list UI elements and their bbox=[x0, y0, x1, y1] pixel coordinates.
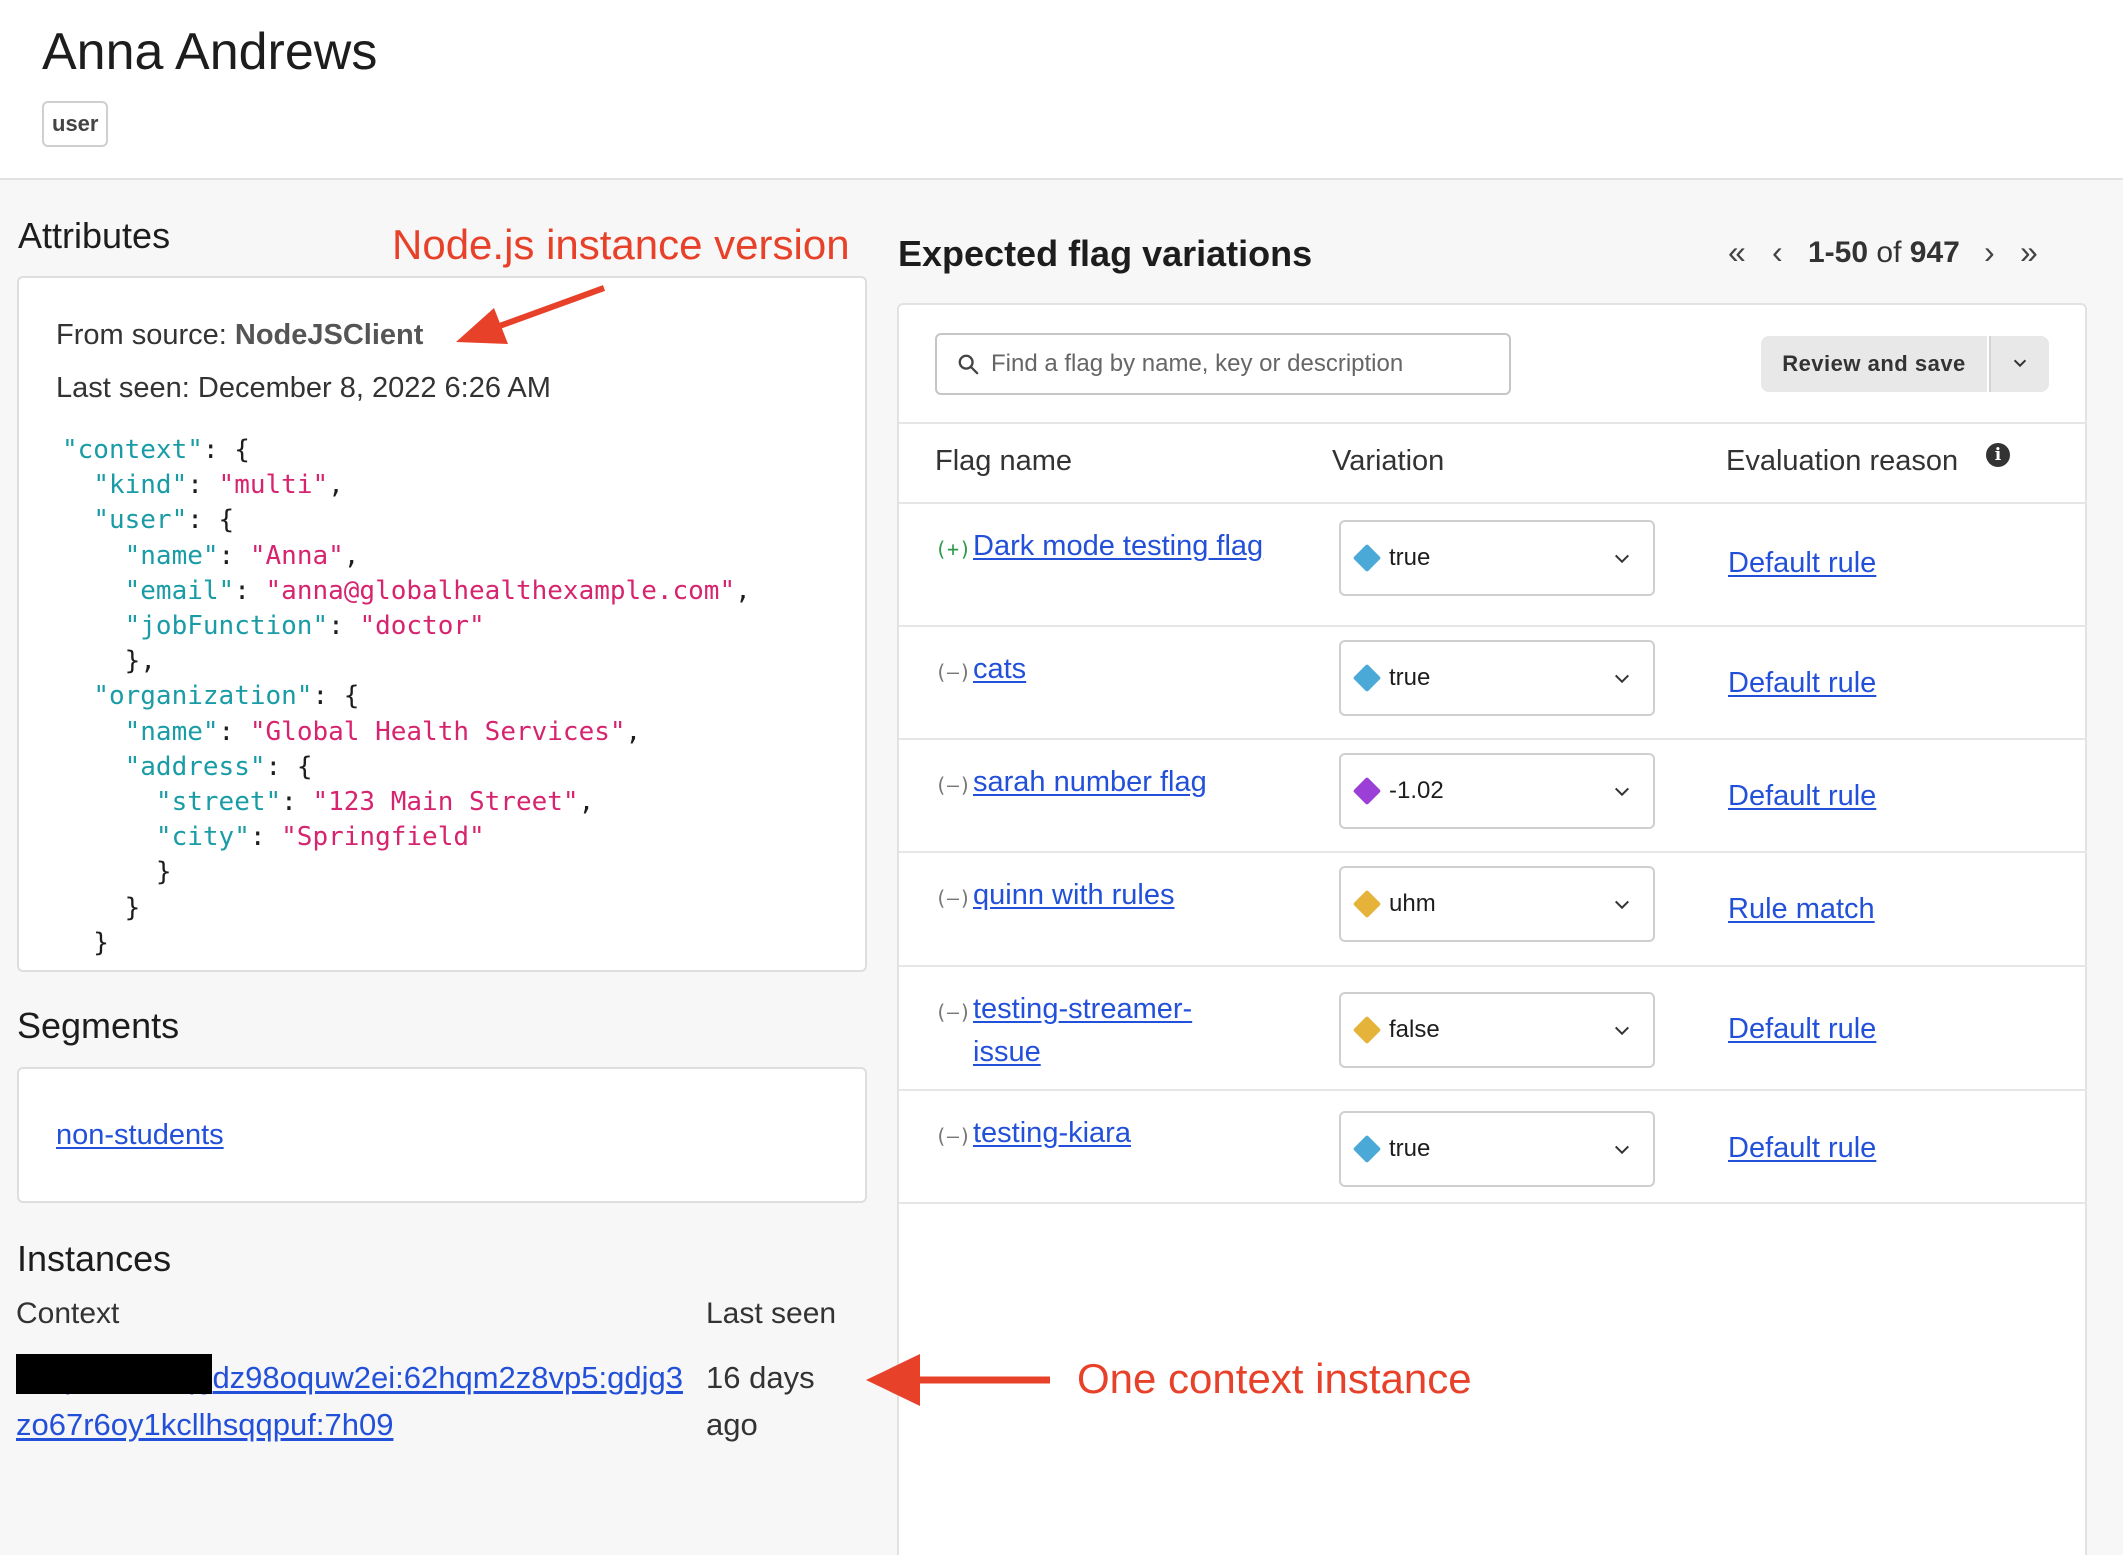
first-page-button[interactable]: « bbox=[1728, 234, 1746, 271]
flag-name-link[interactable]: Dark mode testing flag bbox=[973, 525, 1273, 568]
chevron-down-icon bbox=[1614, 674, 1630, 684]
chevron-down-icon bbox=[1614, 1145, 1630, 1155]
last-page-button[interactable]: » bbox=[2020, 234, 2038, 271]
info-icon[interactable]: i bbox=[1986, 443, 2010, 467]
annotation-context-instance: One context instance bbox=[1077, 1355, 1472, 1402]
variation-diamond-icon bbox=[1352, 1134, 1382, 1164]
evaluation-reason-link[interactable]: Default rule bbox=[1728, 547, 1876, 580]
prev-page-button[interactable]: ‹ bbox=[1772, 234, 1783, 271]
flag-name-link[interactable]: quinn with rules bbox=[973, 874, 1333, 917]
chevron-down-icon bbox=[1614, 900, 1630, 910]
variation-column-header: Variation bbox=[1332, 445, 1445, 477]
variation-select[interactable]: false bbox=[1339, 992, 1655, 1068]
variation-diamond-icon bbox=[1352, 889, 1382, 919]
divider bbox=[899, 965, 2087, 967]
last-seen-line: Last seen: December 8, 2022 6:26 AM bbox=[56, 372, 551, 404]
flag-name-link[interactable]: testing-streamer-issue bbox=[973, 988, 1233, 1074]
variation-diamond-icon bbox=[1352, 1015, 1382, 1045]
variation-value: -1.02 bbox=[1389, 777, 1444, 804]
flag-search-box[interactable] bbox=[935, 333, 1511, 395]
pagination-total: 947 bbox=[1909, 236, 1960, 269]
chevron-down-icon bbox=[1614, 554, 1630, 564]
segments-card: non-students bbox=[17, 1067, 867, 1203]
variation-select[interactable]: true bbox=[1339, 520, 1655, 596]
annotation-arrow-icon bbox=[866, 1354, 1050, 1406]
divider bbox=[899, 1202, 2087, 1204]
chevron-down-icon bbox=[2013, 359, 2027, 367]
attributes-heading: Attributes bbox=[18, 215, 171, 256]
review-options-button[interactable] bbox=[1989, 336, 2049, 392]
flag-search-input[interactable] bbox=[991, 345, 1491, 383]
evaluation-reason-link[interactable]: Default rule bbox=[1728, 780, 1876, 813]
segment-link-non-students[interactable]: non-students bbox=[56, 1119, 224, 1152]
evaluation-reason-column-header: Evaluation reason bbox=[1726, 445, 1959, 477]
redaction-block bbox=[16, 1354, 212, 1394]
variation-select[interactable]: true bbox=[1339, 640, 1655, 716]
variation-diamond-icon bbox=[1352, 776, 1382, 806]
pagination-status: 1-50 of 947 bbox=[1808, 236, 1960, 270]
divider bbox=[899, 1089, 2087, 1091]
annotation-arrow-icon bbox=[456, 285, 606, 344]
context-json: "context": { "kind": "multi", "user": { … bbox=[62, 435, 751, 958]
flag-status-off: (–) bbox=[935, 773, 972, 797]
divider bbox=[899, 502, 2087, 504]
variation-value: true bbox=[1389, 1135, 1431, 1162]
divider bbox=[899, 851, 2087, 853]
variation-value: false bbox=[1389, 1016, 1440, 1043]
instances-last-seen-header: Last seen bbox=[706, 1297, 837, 1330]
search-icon bbox=[958, 354, 979, 375]
segments-heading: Segments bbox=[17, 1005, 180, 1046]
instances-heading: Instances bbox=[17, 1238, 172, 1279]
context-kind-badge: user bbox=[42, 101, 109, 147]
divider bbox=[899, 422, 2087, 424]
variation-diamond-icon bbox=[1352, 543, 1382, 573]
flags-heading: Expected flag variations bbox=[898, 233, 1313, 274]
evaluation-reason-link[interactable]: Default rule bbox=[1728, 667, 1876, 700]
source-label: From source: bbox=[56, 319, 235, 351]
divider bbox=[899, 738, 2087, 740]
flag-name-link[interactable]: testing-kiara bbox=[973, 1112, 1273, 1155]
flag-status-off: (–) bbox=[935, 660, 972, 684]
pagination-range: 1-50 bbox=[1808, 236, 1869, 269]
variation-select[interactable]: true bbox=[1339, 1111, 1655, 1187]
source-value: NodeJSClient bbox=[234, 319, 424, 351]
evaluation-reason-link[interactable]: Default rule bbox=[1728, 1013, 1876, 1046]
flags-panel: Review and save Flag name Variation Eval… bbox=[897, 303, 2087, 1555]
variation-select[interactable]: uhm bbox=[1339, 866, 1655, 942]
variation-select[interactable]: -1.02 bbox=[1339, 753, 1655, 829]
flag-name-column-header: Flag name bbox=[935, 445, 1073, 477]
review-and-save-button[interactable]: Review and save bbox=[1761, 336, 1987, 392]
chevron-down-icon bbox=[1614, 787, 1630, 797]
flag-name-link[interactable]: cats bbox=[973, 648, 1273, 691]
flag-status-off: (–) bbox=[935, 1000, 972, 1024]
variation-value: uhm bbox=[1389, 890, 1436, 917]
next-page-button[interactable]: › bbox=[1984, 234, 1995, 271]
chevron-down-icon bbox=[1614, 1026, 1630, 1036]
attributes-card: From source: NodeJSClient Last seen: Dec… bbox=[17, 276, 867, 972]
variation-value: true bbox=[1389, 664, 1431, 691]
variation-diamond-icon bbox=[1352, 663, 1382, 693]
pagination-of: of bbox=[1876, 236, 1902, 269]
annotation-node-version: Node.js instance version bbox=[392, 221, 850, 268]
flag-status-on: (+) bbox=[935, 537, 972, 561]
variation-value: true bbox=[1389, 544, 1431, 571]
flag-status-off: (–) bbox=[935, 886, 972, 910]
page-header: Anna Andrews user bbox=[0, 0, 2123, 180]
divider bbox=[899, 625, 2087, 627]
page-title: Anna Andrews bbox=[42, 23, 378, 81]
evaluation-reason-link[interactable]: Default rule bbox=[1728, 1132, 1876, 1165]
evaluation-reason-link[interactable]: Rule match bbox=[1728, 893, 1875, 926]
source-line: From source: NodeJSClient bbox=[56, 319, 423, 352]
flag-name-link[interactable]: sarah number flag bbox=[973, 761, 1333, 804]
instance-last-seen: 16 days ago bbox=[706, 1360, 815, 1442]
instances-context-header: Context bbox=[16, 1297, 120, 1330]
flag-status-off: (–) bbox=[935, 1124, 972, 1148]
